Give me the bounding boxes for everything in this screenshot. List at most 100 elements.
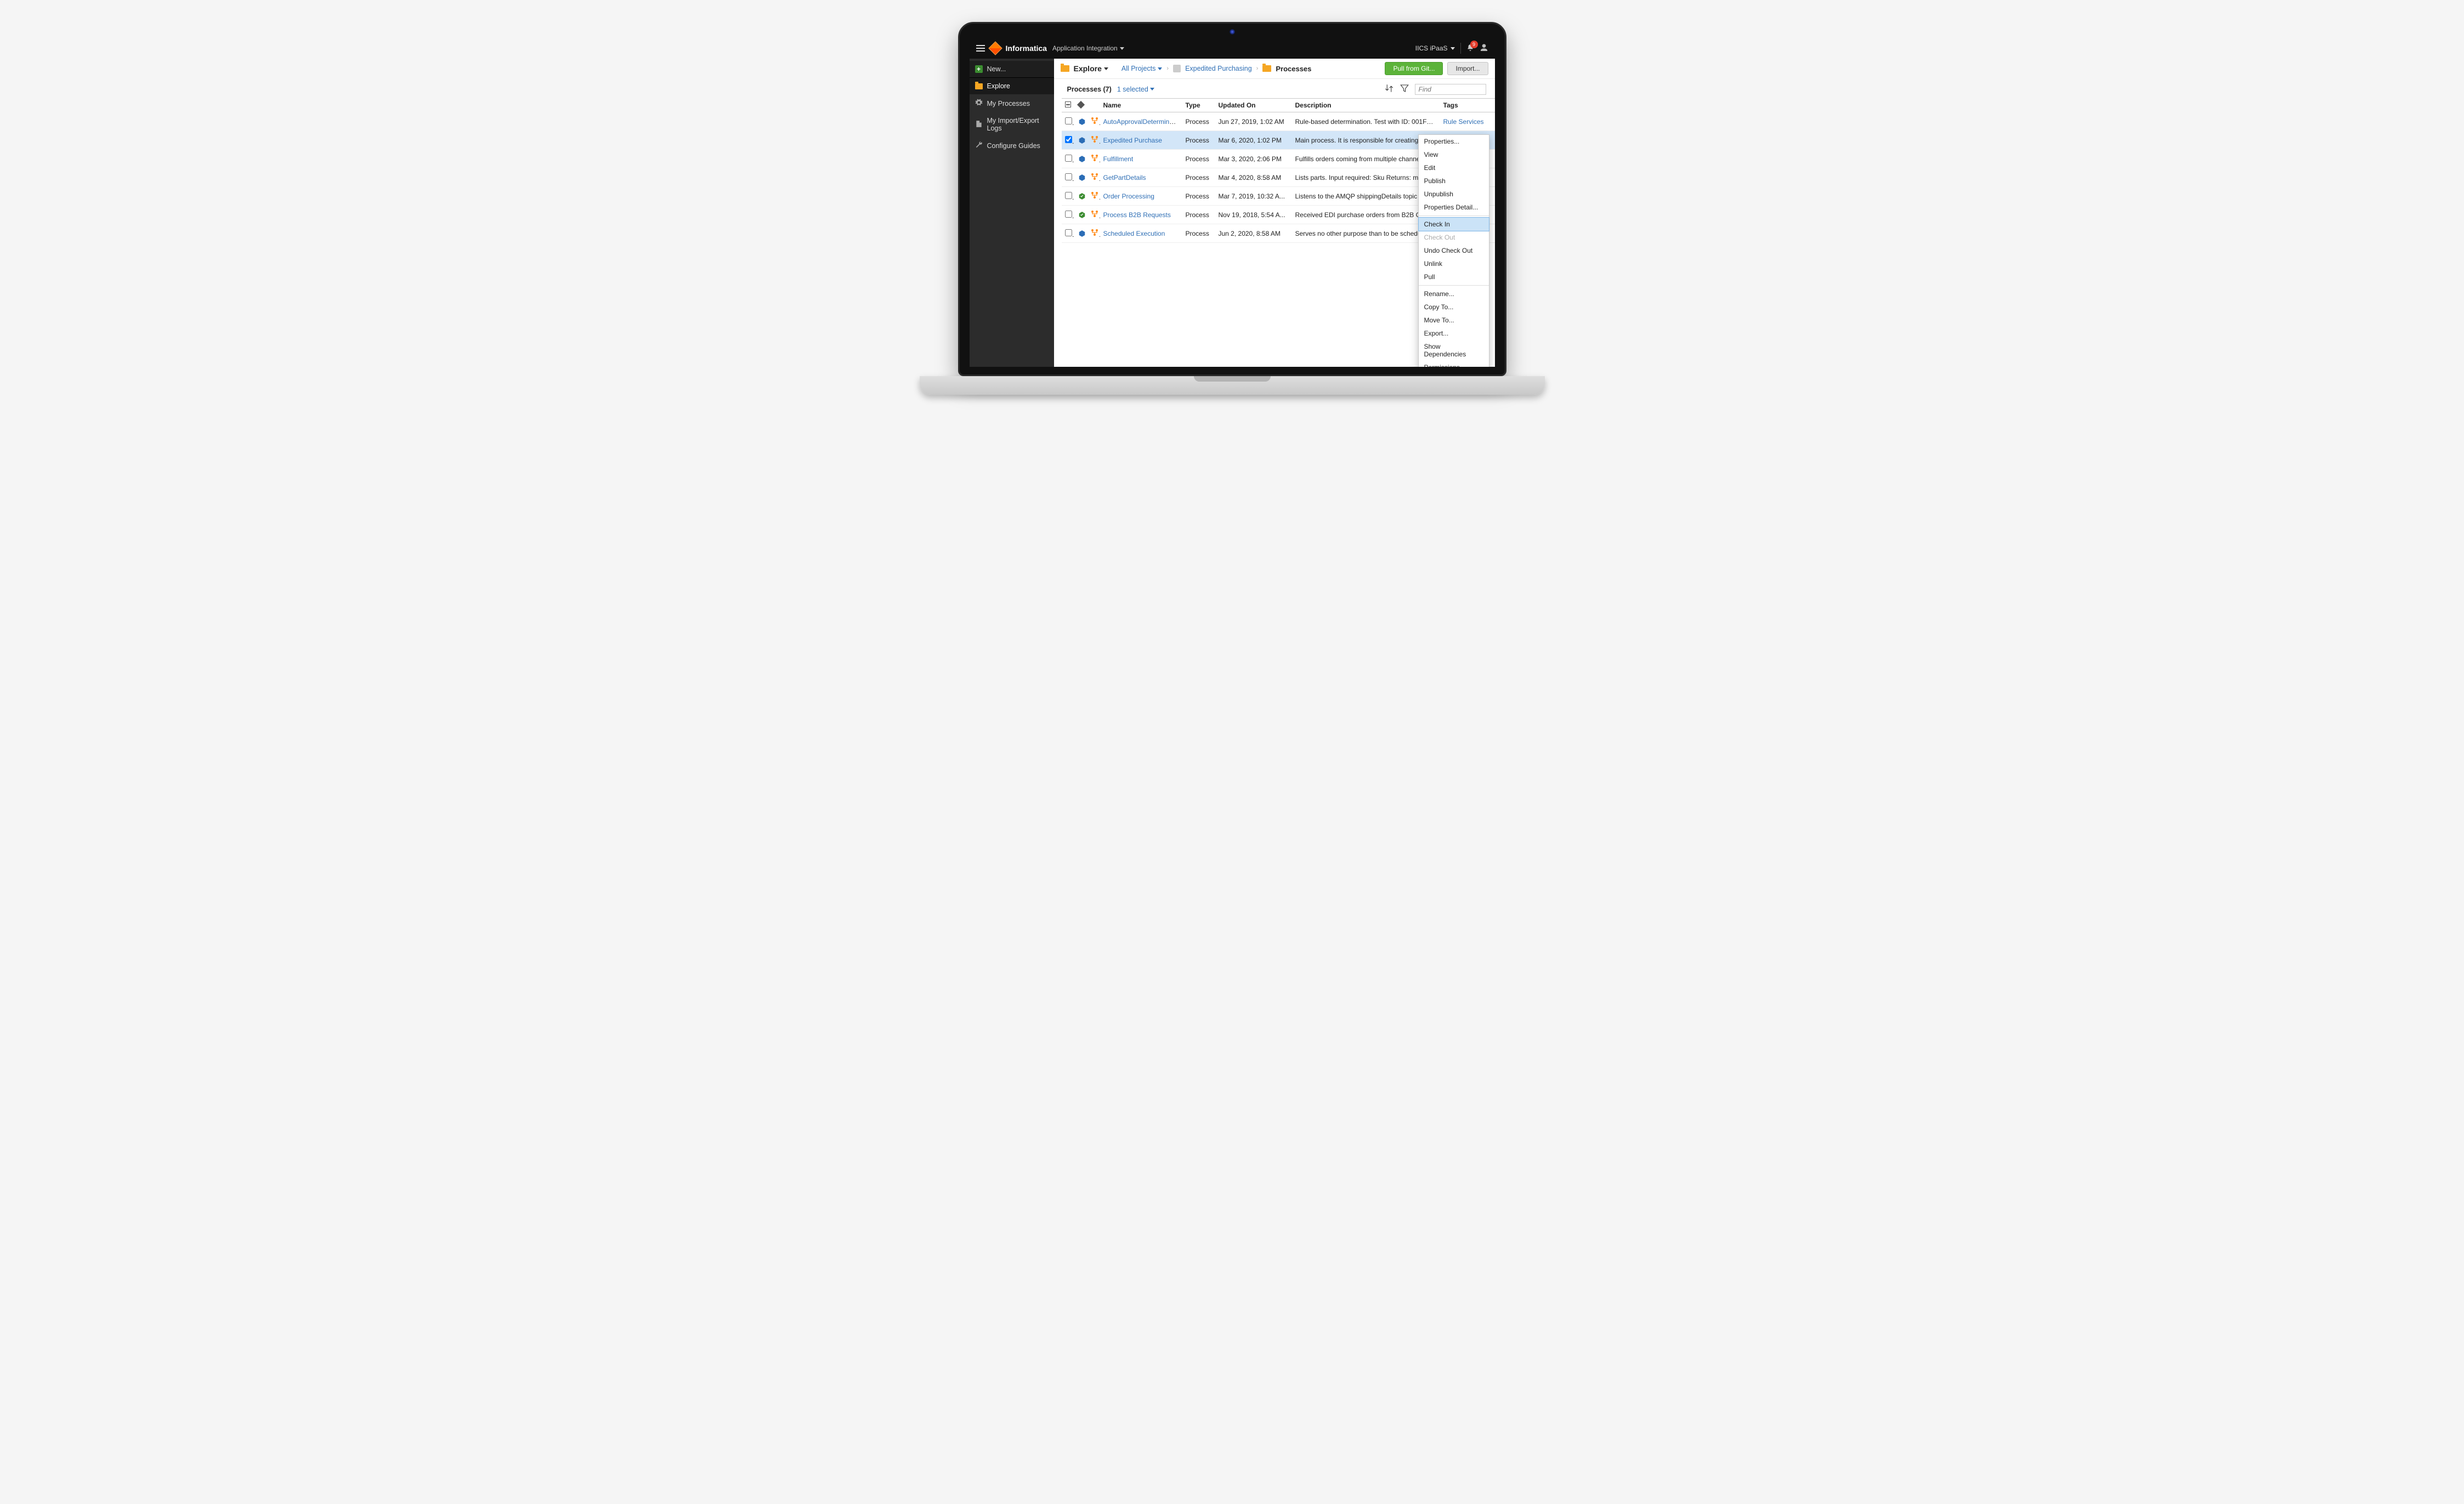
- cell-updated: Mar 6, 2020, 1:02 PM: [1215, 131, 1292, 150]
- breadcrumb-bar: Explore All Projects › Expedited Purchas…: [1054, 59, 1495, 79]
- notification-badge: 9: [1470, 41, 1478, 48]
- process-link[interactable]: Order Processing: [1103, 192, 1154, 200]
- ctx-item-export[interactable]: Export...: [1419, 327, 1489, 340]
- status-icon: [1078, 211, 1086, 219]
- ctx-item-publish[interactable]: Publish: [1419, 174, 1489, 188]
- process-link[interactable]: Fulfillment: [1103, 155, 1134, 163]
- sort-icon[interactable]: [1384, 83, 1394, 95]
- ctx-item-rename[interactable]: Rename...: [1419, 287, 1489, 300]
- find-input[interactable]: [1415, 84, 1486, 95]
- filter-icon[interactable]: [1400, 83, 1409, 95]
- breadcrumb-current: Processes: [1276, 65, 1311, 73]
- status-icon: [1078, 174, 1086, 181]
- ctx-item-check-in[interactable]: Check In: [1418, 217, 1489, 231]
- plus-icon: +: [975, 65, 983, 73]
- notifications-icon[interactable]: 9: [1466, 44, 1474, 53]
- col-tags[interactable]: Tags: [1440, 99, 1495, 112]
- sidebar-item-explore[interactable]: Explore: [970, 78, 1054, 94]
- menu-icon[interactable]: [976, 45, 985, 52]
- user-icon[interactable]: [1480, 43, 1488, 54]
- caret-down-icon: [1158, 67, 1162, 70]
- ctx-item-show-dependencies[interactable]: Show Dependencies: [1419, 340, 1489, 361]
- ctx-item-unlink[interactable]: Unlink: [1419, 257, 1489, 270]
- col-type[interactable]: Type: [1182, 99, 1215, 112]
- product-switcher[interactable]: Application Integration: [1052, 44, 1124, 52]
- row-checkbox[interactable]: [1065, 211, 1072, 218]
- process-icon: [1090, 212, 1099, 220]
- status-icon: [1078, 230, 1086, 237]
- ctx-item-pull[interactable]: Pull: [1419, 270, 1489, 283]
- process-link[interactable]: Process B2B Requests: [1103, 211, 1171, 219]
- row-checkbox[interactable]: [1065, 229, 1072, 236]
- ctx-item-edit[interactable]: Edit: [1419, 161, 1489, 174]
- caret-down-icon: [1150, 88, 1154, 90]
- cell-updated: Jun 2, 2020, 8:58 AM: [1215, 224, 1292, 243]
- sidebar-new[interactable]: + New...: [970, 61, 1054, 78]
- cell-description: Rule-based determination. Test with ID: …: [1292, 112, 1440, 131]
- ctx-item-copy-to[interactable]: Copy To...: [1419, 300, 1489, 314]
- project-icon: [1173, 65, 1181, 72]
- cell-updated: Nov 19, 2018, 5:54 A...: [1215, 206, 1292, 224]
- brand-logo-icon: [988, 41, 1002, 55]
- ctx-item-view[interactable]: View: [1419, 148, 1489, 161]
- ctx-item-undo-check-out[interactable]: Undo Check Out: [1419, 244, 1489, 257]
- laptop-base: [920, 376, 1545, 395]
- cell-updated: Mar 7, 2019, 10:32 A...: [1215, 187, 1292, 206]
- ctx-item-properties[interactable]: Properties...: [1419, 135, 1489, 148]
- table-header-row: Name Type Updated On Description Tags: [1062, 99, 1495, 112]
- process-icon: [1090, 231, 1099, 239]
- breadcrumb-all-projects[interactable]: All Projects: [1121, 65, 1163, 72]
- gear-icon: [975, 99, 983, 108]
- process-link[interactable]: AutoApprovalDetermination: [1103, 118, 1182, 126]
- sidebar-item-my-processes[interactable]: My Processes: [970, 94, 1054, 112]
- breadcrumb-project[interactable]: Expedited Purchasing: [1185, 65, 1252, 72]
- table-toolbar: Processes (7) 1 selected: [1054, 79, 1495, 98]
- col-updated[interactable]: Updated On: [1215, 99, 1292, 112]
- chevron-down-icon: [1451, 47, 1455, 50]
- org-switcher[interactable]: IICS iPaaS: [1415, 44, 1455, 52]
- tag-link[interactable]: Rule Services: [1443, 118, 1484, 126]
- cell-updated: Mar 4, 2020, 8:58 AM: [1215, 168, 1292, 187]
- folder-icon: [1262, 65, 1271, 72]
- row-checkbox[interactable]: [1065, 136, 1072, 143]
- status-icon: [1078, 155, 1086, 163]
- row-checkbox[interactable]: [1065, 117, 1072, 124]
- sidebar-item-logs[interactable]: My Import/Export Logs: [970, 112, 1054, 137]
- explore-dropdown[interactable]: Explore: [1074, 64, 1108, 73]
- cell-type: Process: [1182, 224, 1215, 243]
- brand-text: Informatica: [1006, 44, 1047, 53]
- wrench-icon: [975, 141, 983, 150]
- row-checkbox[interactable]: [1065, 173, 1072, 180]
- cell-type: Process: [1182, 168, 1215, 187]
- status-column-icon: [1077, 101, 1084, 109]
- folder-icon: [1061, 65, 1069, 72]
- cell-type: Process: [1182, 131, 1215, 150]
- col-description[interactable]: Description: [1292, 99, 1440, 112]
- status-icon: [1078, 192, 1086, 200]
- row-checkbox[interactable]: [1065, 155, 1072, 162]
- cell-type: Process: [1182, 187, 1215, 206]
- app-screen: Informatica Application Integration IICS…: [970, 38, 1495, 367]
- select-all-checkbox[interactable]: [1065, 101, 1071, 107]
- cell-updated: Jun 27, 2019, 1:02 AM: [1215, 112, 1292, 131]
- laptop-camera: [1230, 29, 1235, 35]
- row-checkbox[interactable]: [1065, 192, 1072, 199]
- process-icon: [1090, 156, 1099, 164]
- ctx-item-move-to[interactable]: Move To...: [1419, 314, 1489, 327]
- pull-from-git-button[interactable]: Pull from Git...: [1385, 62, 1443, 75]
- ctx-item-permissions[interactable]: Permissions...: [1419, 361, 1489, 367]
- cell-type: Process: [1182, 150, 1215, 168]
- status-icon: [1078, 137, 1086, 144]
- sidebar-item-guides[interactable]: Configure Guides: [970, 137, 1054, 155]
- process-icon: [1090, 175, 1099, 183]
- process-link[interactable]: Scheduled Execution: [1103, 230, 1165, 237]
- selected-menu[interactable]: 1 selected: [1117, 86, 1154, 93]
- col-name[interactable]: Name: [1100, 99, 1182, 112]
- import-button[interactable]: Import...: [1447, 62, 1488, 75]
- chevron-down-icon: [1104, 67, 1108, 70]
- ctx-item-properties-detail[interactable]: Properties Detail...: [1419, 201, 1489, 214]
- ctx-item-unpublish[interactable]: Unpublish: [1419, 188, 1489, 201]
- process-link[interactable]: GetPartDetails: [1103, 174, 1146, 181]
- table-row[interactable]: AutoApprovalDeterminationProcessJun 27, …: [1062, 112, 1495, 131]
- process-link[interactable]: Expedited Purchase: [1103, 137, 1162, 144]
